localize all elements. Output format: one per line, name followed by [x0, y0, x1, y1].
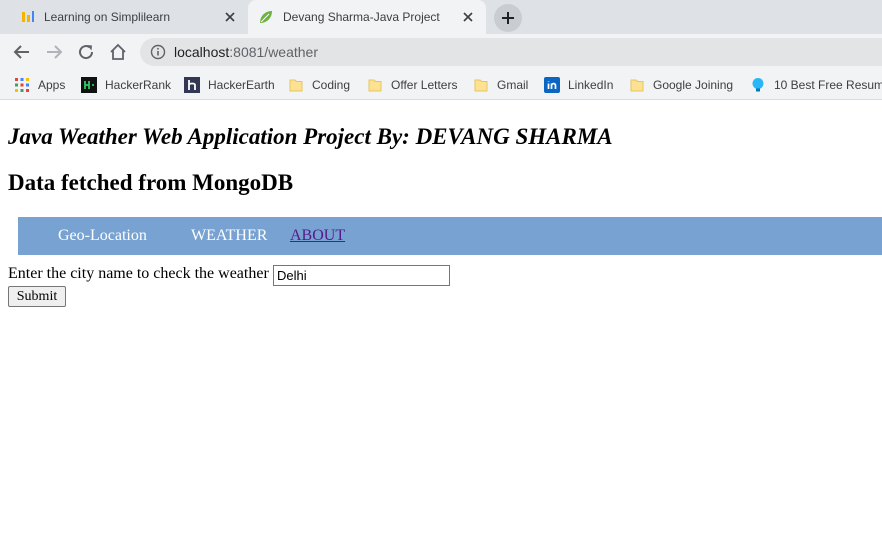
bookmark-resume[interactable]: 10 Best Free Resum... [750, 76, 882, 94]
bookmark-label: LinkedIn [568, 78, 614, 92]
linkedin-icon [544, 77, 560, 93]
hackerearth-icon [184, 77, 200, 93]
bookmark-label: Gmail [497, 78, 529, 92]
info-icon[interactable] [150, 44, 166, 60]
nav-bar: Geo-Location WEATHER ABOUT [18, 217, 882, 255]
hackerrank-icon [81, 77, 97, 93]
apps-grid-icon [15, 78, 29, 92]
page-title: Java Weather Web Application Project By:… [8, 124, 613, 149]
bookmark-label: Google Joining [653, 78, 734, 92]
bookmark-label: Apps [38, 78, 66, 92]
folder-icon [289, 79, 303, 92]
tab-title: Learning on Simplilearn [44, 10, 171, 24]
folder-icon [368, 79, 382, 92]
new-tab-button[interactable] [494, 4, 522, 32]
nav-about-link[interactable]: ABOUT [290, 227, 345, 245]
url-text: localhost:8081/weather [174, 44, 318, 60]
close-tab-icon[interactable] [459, 8, 477, 26]
tab-strip: Learning on Simplilearn Devang Sharma-Ja… [0, 0, 882, 34]
url-host: localhost [174, 44, 230, 60]
bookmark-label: Offer Letters [391, 78, 458, 92]
tab-devang-project[interactable]: Devang Sharma-Java Project [248, 0, 486, 34]
close-tab-icon[interactable] [221, 8, 239, 26]
bookmark-google-joining[interactable]: Google Joining [629, 76, 733, 94]
bookmark-label: 10 Best Free Resum... [774, 78, 882, 92]
arrow-left-icon [13, 45, 29, 59]
spring-leaf-icon [260, 11, 272, 23]
tab-simplilearn[interactable]: Learning on Simplilearn [0, 0, 248, 34]
lightbulb-icon [752, 78, 764, 92]
arrow-right-icon [47, 45, 63, 59]
bookmark-apps[interactable]: Apps [14, 76, 65, 94]
bookmark-coding[interactable]: Coding [288, 76, 350, 94]
submit-button[interactable]: Submit [8, 286, 66, 307]
bookmark-offer-letters[interactable]: Offer Letters [367, 76, 457, 94]
folder-icon [474, 79, 488, 92]
browser-toolbar: localhost:8081/weather [0, 34, 882, 70]
bookmark-label: Coding [312, 78, 351, 92]
back-button[interactable] [10, 40, 34, 64]
folder-icon [630, 79, 644, 92]
nav-geo-location[interactable]: Geo-Location [58, 227, 147, 245]
reload-icon [79, 45, 94, 60]
simplilearn-icon [22, 11, 34, 22]
address-bar[interactable]: localhost:8081/weather [140, 38, 882, 66]
tab-title: Devang Sharma-Java Project [283, 10, 440, 24]
bookmark-hackerrank[interactable]: HackerRank [81, 76, 171, 94]
reload-button[interactable] [74, 40, 98, 64]
city-label: Enter the city name to check the weather [8, 265, 269, 282]
bookmark-label: HackerRank [105, 78, 172, 92]
plus-icon [502, 12, 514, 24]
bookmark-label: HackerEarth [208, 78, 275, 92]
bookmark-gmail[interactable]: Gmail [473, 76, 528, 94]
home-button[interactable] [106, 40, 130, 64]
bookmark-hackerearth[interactable]: HackerEarth [184, 76, 275, 94]
bookmark-linkedin[interactable]: LinkedIn [544, 76, 613, 94]
nav-weather[interactable]: WEATHER [191, 227, 267, 245]
forward-button[interactable] [42, 40, 66, 64]
home-icon [110, 43, 126, 60]
bookmarks-bar: Apps HackerRank HackerEarth Coding Offer… [0, 70, 882, 100]
url-path: :8081/weather [229, 44, 318, 60]
page-subtitle: Data fetched from MongoDB [8, 170, 294, 195]
city-input[interactable] [273, 265, 450, 286]
